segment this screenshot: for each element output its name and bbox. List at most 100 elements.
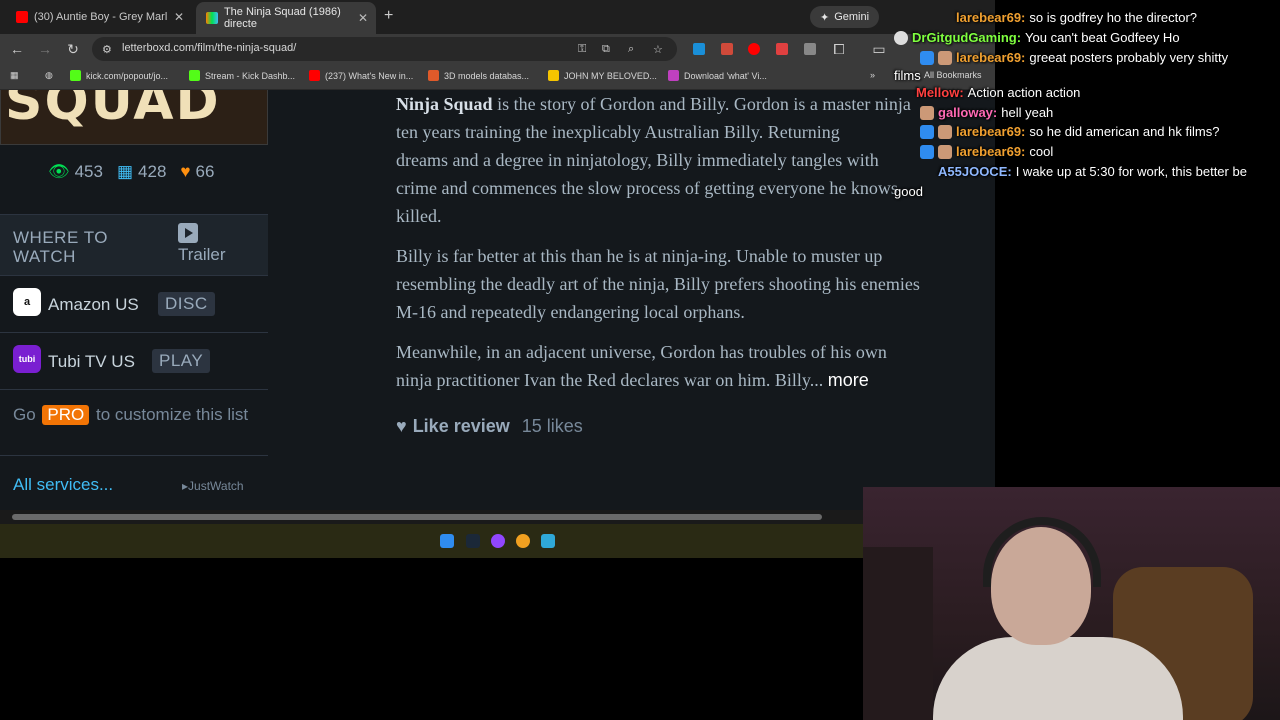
likes-count[interactable]: 15 likes [522,416,583,437]
address-bar[interactable]: ⚙ letterboxd.com/film/the-ninja-squad/ ⚿… [92,37,677,61]
steam-icon[interactable] [466,534,480,548]
like-review-button[interactable]: ♥ Like review 15 likes [396,416,583,437]
review-line: ninja practitioner Ivan the Red declares… [396,370,824,390]
chat-text: so he did american and hk films? [1029,124,1220,139]
service-tag[interactable]: PLAY [152,349,211,373]
gemini-button[interactable]: ✦ Gemini [810,6,880,28]
bookmark-item[interactable]: JOHN MY BELOVED... [548,70,657,81]
film-stats: 👁 453 ▦ 428 ♥ 66 [48,162,214,182]
forward-arrow-icon[interactable]: → [36,40,54,58]
justwatch-label: JustWatch [188,479,244,493]
screen: (30) Auntie Boy - Grey Marl ✕ The Ninja … [0,0,1280,720]
pro-badge[interactable]: PRO [42,405,90,425]
horizontal-scrollbar[interactable] [0,510,863,524]
letterboxd-icon [206,12,218,24]
extension-icon[interactable] [748,43,760,55]
chat-username: larebear69: [956,10,1026,25]
review-paragraph: Ninja Squad is the story of Gordon and B… [396,90,995,230]
back-arrow-icon[interactable]: ← [8,40,26,58]
tab-title: (30) Auntie Boy - Grey Marl [34,11,168,23]
service-row-amazon[interactable]: a Amazon US DISC [0,275,268,332]
bookmark-item[interactable]: Stream - Kick Dashb... [189,70,295,81]
obs-icon[interactable] [491,534,505,548]
review-paragraph: Billy is far better at this than he is a… [396,242,995,326]
letterboxd-page: SQUAD 👁 453 ▦ 428 ♥ 66 WHERE TO WATCH Tr… [0,90,995,510]
windows-start-icon[interactable] [440,534,454,548]
star-icon[interactable]: ☆ [653,43,663,56]
heart-icon: ♥ [396,416,407,436]
avatar-icon [920,105,934,120]
badge-icon [920,50,934,65]
zoom-icon[interactable]: ⌕ [628,43,634,56]
app-icon[interactable] [541,534,555,548]
close-icon[interactable]: ✕ [174,10,184,24]
new-tab-icon[interactable]: + [384,7,393,25]
review-line: M-16 and repeatedly endangering local or… [396,302,745,322]
watched-stat[interactable]: 👁 453 [48,162,103,182]
close-icon[interactable]: ✕ [358,11,368,25]
trailer-button[interactable]: Trailer [178,223,226,265]
badge-icon [920,124,934,139]
pro-promo: Go PRO to customize this list [13,405,263,425]
site-info-icon[interactable]: ⚙ [102,43,112,56]
tab-letterboxd[interactable]: The Ninja Squad (1986) directe ✕ [196,2,376,34]
webcam-feed [863,487,1280,720]
bookmark-item[interactable]: 3D models databas... [428,70,529,81]
more-link[interactable]: more [828,370,869,390]
all-bookmarks[interactable]: All Bookmarks [924,70,982,80]
service-tag[interactable]: DISC [158,292,215,316]
promo-go: Go [13,405,36,424]
extension-icon[interactable] [693,43,705,55]
chat-text: hell yeah [1001,105,1054,120]
cast-icon[interactable]: ⧉ [602,43,610,56]
apps-icon[interactable]: ▦ [10,70,19,81]
avatar-icon [938,124,952,139]
likes-stat[interactable]: ♥ 66 [180,162,214,182]
tab-youtube[interactable]: (30) Auntie Boy - Grey Marl ✕ [6,4,192,30]
url-text: letterboxd.com/film/the-ninja-squad/ [122,42,297,54]
amazon-icon: a [13,288,41,316]
extension-icon[interactable] [804,43,816,55]
review-line: is the story of Gordon and Billy. Gordon… [492,94,911,114]
chat-text: I wake up at 5:30 for work, this better … [1015,164,1247,179]
chevron-right-icon[interactable]: » [870,70,875,80]
eye-icon: 👁 [48,162,70,181]
scrollbar-thumb[interactable] [12,514,822,520]
like-review-label: Like review [412,416,510,436]
cam-shelf [863,547,933,720]
chat-username: galloway: [938,105,998,120]
service-row-tubi[interactable]: tubi Tubi TV US PLAY [0,332,268,389]
heart-icon: ♥ [180,162,191,181]
chrome-icon[interactable] [516,534,530,548]
justwatch-link[interactable]: ▸JustWatch [182,479,244,493]
gemini-label: Gemini [834,11,870,23]
review-line: Billy is far better at this than he is a… [396,246,883,266]
lists-stat[interactable]: ▦ 428 [117,162,166,182]
bookmark-item[interactable]: kick.com/popout/jo... [70,70,168,81]
film-poster[interactable]: SQUAD [0,90,268,145]
cam-streamer-body [933,637,1183,720]
browser-toolbar: ← → ↻ ⚙ letterboxd.com/film/the-ninja-sq… [0,34,995,64]
taskbar [0,524,863,558]
extension-icon[interactable] [776,43,788,55]
tubi-icon: tubi [13,345,41,373]
chat-username: larebear69: [956,124,1026,139]
reload-icon[interactable]: ↻ [64,40,82,58]
promo-text: to customize this list [96,405,249,424]
key-icon[interactable]: ⚿ [578,43,586,56]
sidebar-icon[interactable]: ▭ [870,40,888,58]
tab-title: The Ninja Squad (1986) directe [223,6,341,30]
bookmark-item[interactable]: (237) What's New in... [309,70,413,81]
bookmark-label: (237) What's New in... [325,70,414,81]
bookmark-item[interactable]: Download 'what' Vi... [668,70,767,81]
extension-icon[interactable] [721,43,733,55]
globe-icon[interactable]: ◍ [45,70,53,81]
chat-message: films [894,68,921,83]
where-to-watch-title: WHERE TO WATCH [13,228,108,266]
avatar-icon [894,30,908,45]
review-paragraph: Meanwhile, in an adjacent universe, Gord… [396,338,995,394]
all-services-link[interactable]: All services... [13,475,113,495]
kick-icon [70,70,81,81]
puzzle-icon[interactable]: ⧠ [830,40,848,58]
chat-message: larebear69: so he did american and hk fi… [920,124,1219,139]
